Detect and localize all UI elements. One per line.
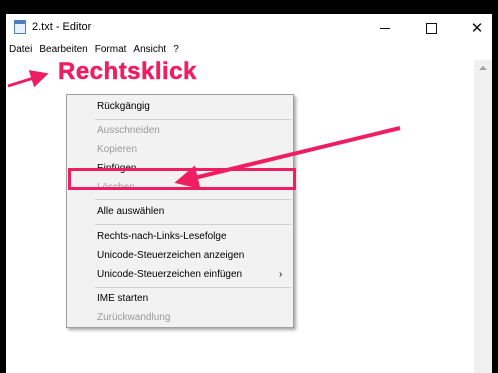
annotation-arrows — [7, 70, 401, 189]
arrow-to-einfuegen — [174, 126, 401, 189]
arrow-to-rechtsklick — [7, 70, 49, 88]
